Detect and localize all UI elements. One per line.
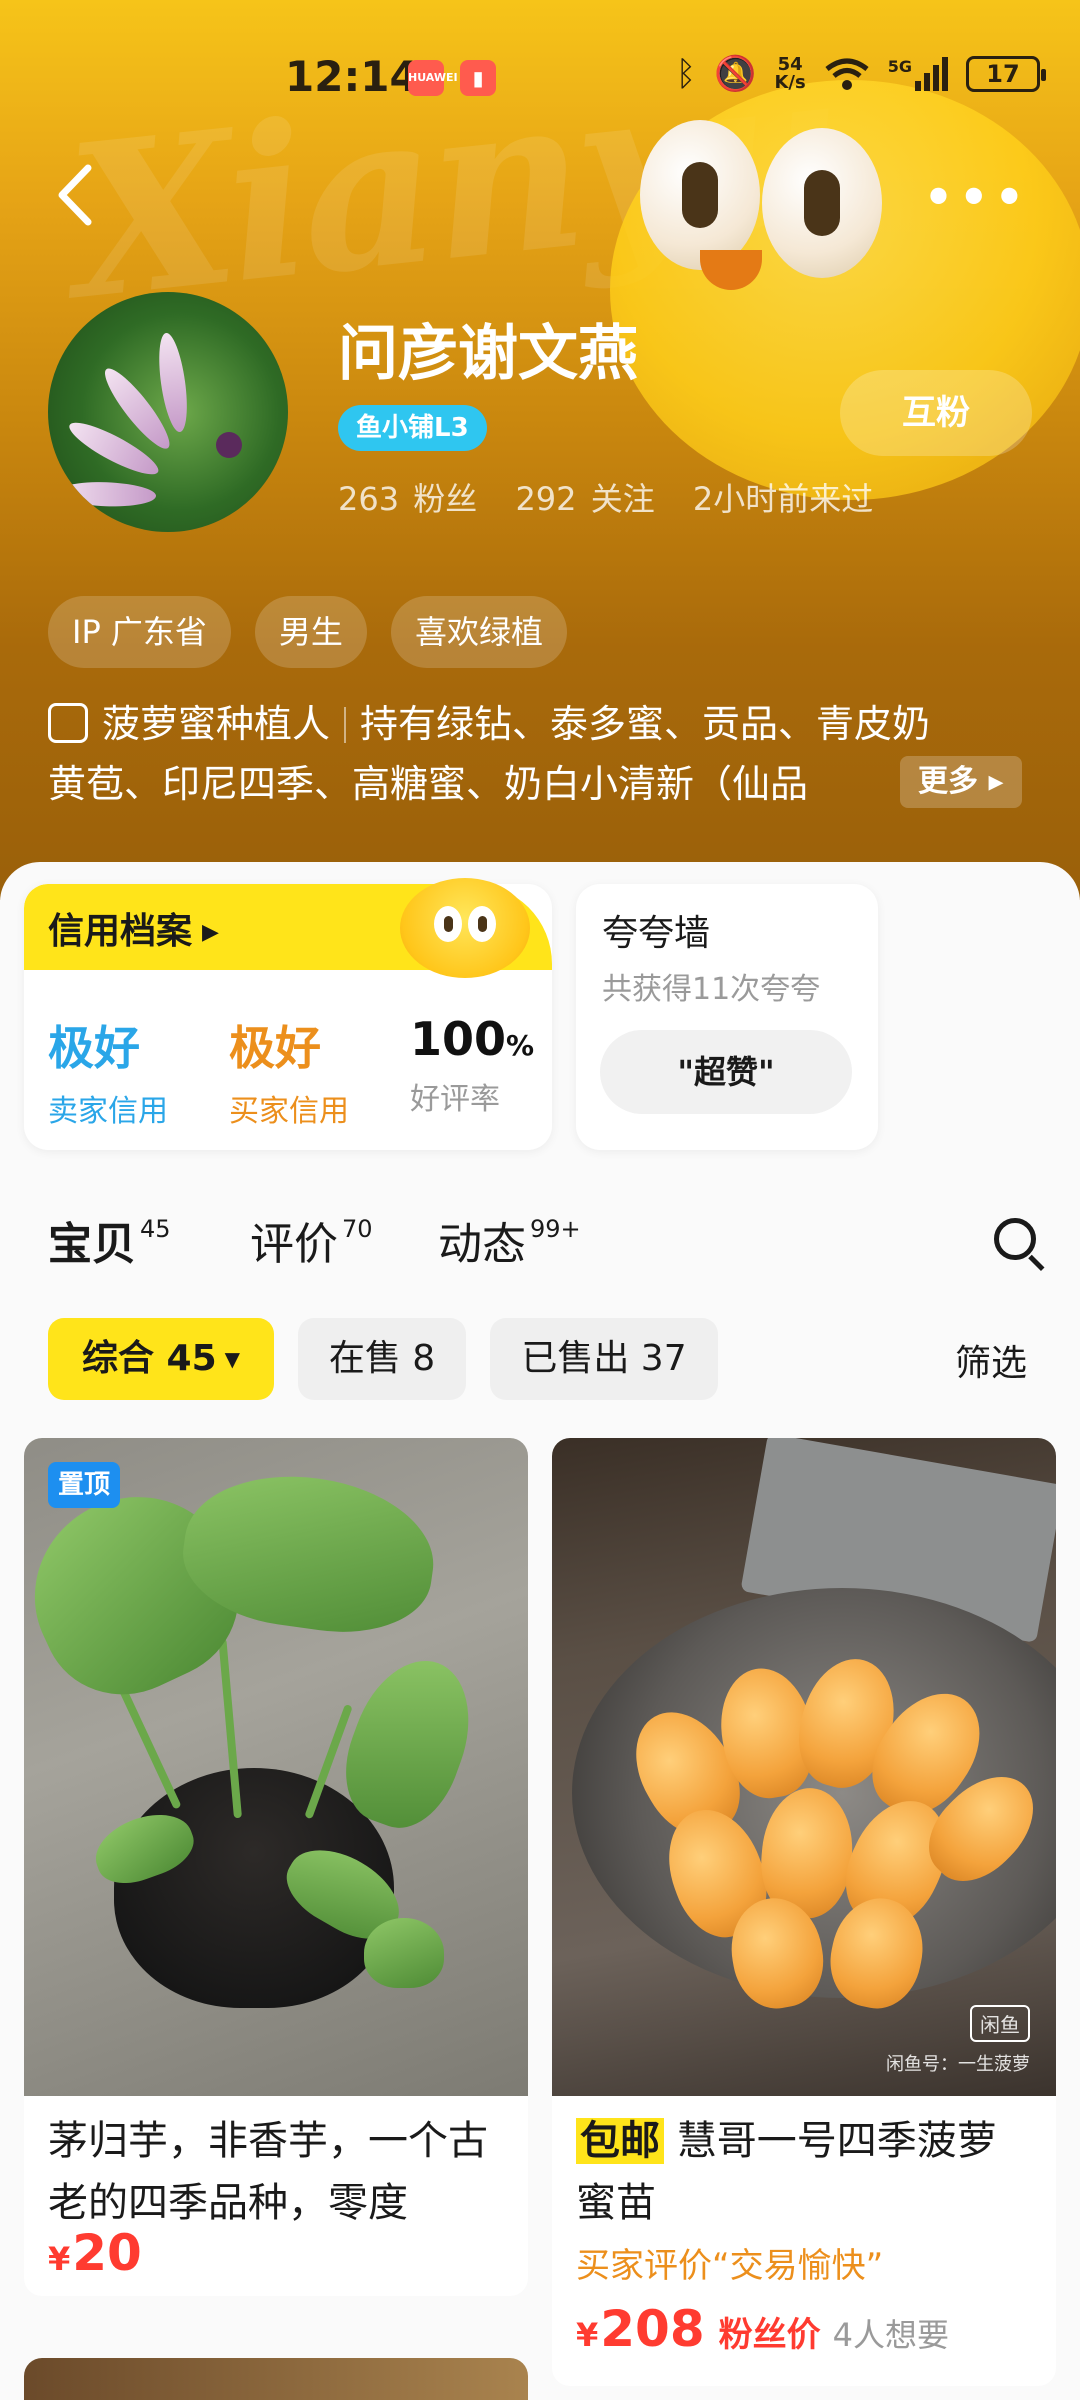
product-card[interactable]: 闲鱼 闲鱼号：一生菠萝 包邮 慧哥一号四季菠萝蜜苗 买家评价“交易愉快” ¥208… <box>552 1438 1056 2386</box>
product-title[interactable]: 包邮 慧哥一号四季菠萝蜜苗 <box>576 2110 1036 2234</box>
status-icons: ᛒ 🔕 54 K/s 5G 17 <box>675 54 1046 94</box>
mute-icon: 🔕 <box>714 54 757 94</box>
buyer-review: 买家评价“交易愉快” <box>576 2246 884 2286</box>
product-price: ¥208 粉丝价 4人想要 <box>576 2300 950 2358</box>
praise-title: 夸夸墙 <box>602 913 711 954</box>
fans-count[interactable]: 263 粉丝 <box>338 480 477 518</box>
praise-wall-card[interactable]: 夸夸墙 共获得11次夸夸 "超赞" <box>576 884 878 1150</box>
mascot-eye-right <box>762 128 882 278</box>
status-bar: 12:14 HUAWEI ▮ ᛒ 🔕 54 K/s 5G 17 <box>0 40 1080 120</box>
product-price: ¥20 <box>48 2224 142 2282</box>
battery-saver-icon: ▮ <box>460 60 496 96</box>
avatar[interactable] <box>48 292 288 532</box>
product-image[interactable]: 闲鱼 闲鱼号：一生菠萝 <box>552 1438 1056 2096</box>
mascot-eye-left <box>640 120 760 270</box>
seller-credit: 极好 卖家信用 <box>48 1021 168 1129</box>
signal-5g-icon: 5G <box>888 57 948 91</box>
profile-tags: IP 广东省 男生 喜欢绿植 <box>48 596 567 668</box>
positive-rate: 100% 好评率 <box>410 1012 535 1117</box>
product-title[interactable]: 茅归芋，非香芋，一个古老的四季品种，零度 <box>48 2110 508 2234</box>
free-shipping-tag: 包邮 <box>576 2118 664 2164</box>
credit-title: 信用档案 ▶ <box>48 911 219 952</box>
mutual-follow-button[interactable]: 互粉 <box>840 370 1032 456</box>
profile-bio: 菠萝蜜种植人 持有绿钻、泰多蜜、贡品、青皮奶 黄苞、印尼四季、高糖蜜、奶白小清新（… <box>48 702 931 806</box>
filter-button[interactable]: 筛选 <box>955 1334 1027 1386</box>
filter-on-sale[interactable]: 在售 8 <box>298 1318 466 1400</box>
caret-down-icon: ▼ <box>224 1347 241 1371</box>
product-image[interactable] <box>24 1438 528 2096</box>
tag-gender: 男生 <box>254 596 367 668</box>
shop-icon <box>48 703 88 743</box>
xianyu-watermark: 闲鱼 闲鱼号：一生菠萝 <box>886 2005 1030 2076</box>
back-arrow-icon[interactable] <box>50 160 110 230</box>
filter-sold[interactable]: 已售出 37 <box>490 1318 718 1400</box>
more-dots-icon[interactable]: ••• <box>924 170 1030 224</box>
product-card[interactable] <box>24 2358 528 2400</box>
bio-more-button[interactable]: 更多 ▸ <box>900 756 1022 808</box>
filter-all[interactable]: 综合 45 ▼ <box>48 1318 274 1400</box>
search-icon[interactable] <box>994 1218 1046 1271</box>
tab-reviews[interactable]: 评价 70 <box>250 1208 373 1272</box>
battery-indicator: 17 <box>966 56 1046 92</box>
tag-interest: 喜欢绿植 <box>390 596 567 668</box>
tag-ip-location: IP 广东省 <box>48 596 231 668</box>
tab-moments[interactable]: 动态 99+ <box>438 1208 581 1272</box>
praise-tag[interactable]: "超赞" <box>600 1030 852 1114</box>
mascot-icon <box>400 878 530 978</box>
product-card[interactable]: 置顶 茅归芋，非香芋，一个古老的四季品种，零度 ¥20 <box>24 1438 528 2296</box>
wifi-icon <box>825 58 869 90</box>
praise-count: 共获得11次夸夸 <box>602 972 821 1007</box>
net-speed: 54 K/s <box>774 54 806 93</box>
profile-name: 问彦谢文燕 <box>338 319 638 389</box>
status-time: 12:14 <box>285 52 419 101</box>
profile-stats: 263 粉丝 292 关注 2小时前来过 <box>338 474 897 520</box>
pinned-badge: 置顶 <box>48 1462 121 1508</box>
huawei-icon: HUAWEI <box>408 60 458 96</box>
buyer-credit: 极好 买家信用 <box>229 1021 349 1129</box>
bluetooth-icon: ᛒ <box>675 54 697 94</box>
following-count[interactable]: 292 关注 <box>515 480 654 518</box>
shop-level-badge[interactable]: 鱼小铺L3 <box>338 405 487 451</box>
last-seen: 2小时前来过 <box>692 480 874 518</box>
tab-items[interactable]: 宝贝 45 <box>48 1208 171 1272</box>
